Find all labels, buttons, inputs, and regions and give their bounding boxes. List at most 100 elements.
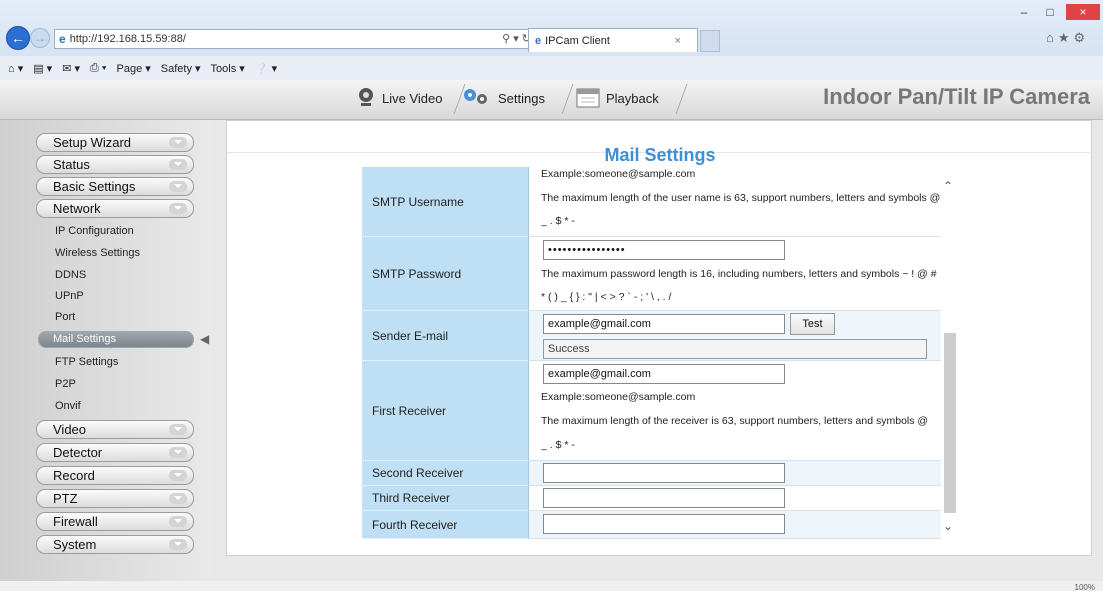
back-button[interactable]: ← (6, 26, 30, 50)
webcam-icon (356, 87, 376, 110)
second-receiver-input[interactable] (543, 463, 785, 483)
ie-tab-icon: e (535, 34, 542, 47)
sub-wireless-settings[interactable]: Wireless Settings (55, 247, 140, 259)
chevron-down-icon (169, 203, 187, 214)
smtp-password-input[interactable]: •••••••••••••••• (543, 240, 785, 260)
browser-chrome: ← → e http://192.168.15.59:88/ ⚲ ▾ ↻ e I… (0, 0, 1103, 80)
test-status-box: Success (543, 339, 927, 359)
first-receiver-example: Example:someone@sample.com (541, 391, 696, 403)
smtp-username-label: SMTP Username (362, 167, 529, 237)
menu-detector[interactable]: Detector (36, 443, 194, 462)
second-receiver-row (529, 461, 941, 486)
menu-network[interactable]: Network (36, 199, 194, 218)
sub-onvif[interactable]: Onvif (55, 400, 81, 412)
menu-label: Setup Wizard (53, 135, 132, 150)
first-receiver-hint-symbols: _ . $ * - (541, 439, 575, 451)
maximize-button[interactable]: □ (1038, 4, 1062, 20)
cmd-safety[interactable]: Safety ▾ (161, 62, 201, 75)
sender-email-input[interactable]: example@gmail.com (543, 314, 785, 334)
sub-p2p[interactable]: P2P (55, 378, 76, 390)
feeds-icon[interactable]: ▤ ▾ (33, 62, 52, 75)
menu-firewall[interactable]: Firewall (36, 512, 194, 531)
browser-tab[interactable]: e IPCam Client × (528, 28, 698, 52)
address-bar[interactable]: e http://192.168.15.59:88/ ⚲ ▾ ↻ (54, 29, 538, 49)
sub-ftp-settings[interactable]: FTP Settings (55, 356, 118, 368)
first-receiver-label: First Receiver (362, 361, 529, 461)
home-icon[interactable]: ⌂ ▾ (8, 62, 23, 75)
menu-label: Video (53, 422, 87, 437)
tab-settings[interactable]: Settings (462, 82, 545, 114)
chevron-down-icon (169, 470, 187, 481)
menu-label: System (53, 537, 97, 552)
sub-ddns[interactable]: DDNS (55, 269, 86, 281)
address-url[interactable]: http://192.168.15.59:88/ (70, 33, 186, 45)
scroll-down-icon[interactable]: ⌄ (943, 519, 953, 533)
third-receiver-row (529, 486, 941, 511)
gears-icon (462, 87, 492, 110)
sub-upnp[interactable]: UPnP (55, 290, 84, 302)
mail-icon[interactable]: ✉ ▾ (62, 62, 80, 75)
page-title: Mail Settings (604, 145, 716, 165)
menu-basic-settings[interactable]: Basic Settings (36, 177, 194, 196)
tab-live-video-label: Live Video (382, 90, 443, 106)
ie-page-icon: e (59, 32, 66, 46)
menu-label: Network (53, 201, 101, 216)
fourth-receiver-label: Fourth Receiver (362, 511, 529, 539)
sub-ip-configuration[interactable]: IP Configuration (55, 225, 134, 237)
smtp-username-row: Example:someone@sample.com The maximum l… (529, 167, 941, 237)
third-receiver-input[interactable] (543, 488, 785, 508)
third-receiver-label: Third Receiver (362, 486, 529, 511)
smtp-username-hint-symbols: _ . $ * - (541, 215, 575, 227)
smtp-username-hint: The maximum length of the user name is 6… (541, 192, 941, 204)
new-tab-button[interactable] (700, 30, 720, 52)
back-arrow-icon: ← (11, 30, 25, 46)
tab-live-video[interactable]: Live Video (356, 82, 442, 114)
sender-email-row: example@gmail.com Test Success (529, 311, 941, 361)
sub-port[interactable]: Port (55, 311, 75, 323)
tab-title: IPCam Client (545, 34, 610, 47)
forward-button[interactable]: → (30, 28, 50, 48)
smtp-password-hint: The maximum password length is 16, inclu… (541, 268, 937, 280)
minimize-button[interactable]: – (1012, 4, 1036, 20)
cmd-tools[interactable]: Tools ▾ (211, 62, 245, 75)
menu-label: Firewall (53, 514, 98, 529)
close-window-button[interactable]: × (1066, 4, 1100, 20)
cmd-page[interactable]: Page ▾ (117, 62, 151, 75)
scrollbar-thumb[interactable] (944, 333, 956, 513)
test-button[interactable]: Test (790, 313, 835, 335)
close-tab-icon[interactable]: × (675, 35, 681, 47)
help-icon[interactable]: ❔ ▾ (255, 62, 277, 75)
menu-label: Record (53, 468, 95, 483)
search-refresh-icons[interactable]: ⚲ ▾ ↻ (502, 32, 531, 45)
tab-separator (548, 84, 574, 114)
camera-header: Live Video Settings Playback Indoor Pan/… (0, 80, 1103, 120)
sub-mail-settings[interactable]: Mail Settings (38, 331, 194, 348)
mail-settings-panel: Mail Settings SMTP Username Example:some… (226, 120, 1093, 556)
menu-ptz[interactable]: PTZ (36, 489, 194, 508)
camera-model-title: Indoor Pan/Tilt IP Camera (823, 84, 1090, 109)
zoom-level[interactable]: 100% (1075, 583, 1095, 591)
chevron-down-icon (169, 137, 187, 148)
menu-label: PTZ (53, 491, 78, 506)
tab-playback-label: Playback (606, 90, 659, 106)
print-icon[interactable]: ⎙ ▾ (90, 62, 106, 75)
chevron-down-icon (169, 181, 187, 192)
smtp-username-example: Example:someone@sample.com (541, 168, 696, 180)
fourth-receiver-input[interactable] (543, 514, 785, 534)
tab-playback[interactable]: Playback (576, 82, 659, 114)
menu-record[interactable]: Record (36, 466, 194, 485)
smtp-password-hint-symbols: * ( ) _ { } : " | < > ? ` - ; ' \ , . / (541, 291, 672, 303)
first-receiver-input[interactable]: example@gmail.com (543, 364, 785, 384)
scroll-up-icon[interactable]: ⌃ (943, 179, 953, 193)
home-favorites-settings-icons[interactable]: ⌂★⚙ (1046, 30, 1089, 46)
menu-status[interactable]: Status (36, 155, 194, 174)
menu-video[interactable]: Video (36, 420, 194, 439)
sender-email-label: Sender E-mail (362, 311, 529, 361)
active-indicator-icon: ◀ (200, 332, 210, 346)
chevron-down-icon (169, 493, 187, 504)
first-receiver-row: example@gmail.com Example:someone@sample… (529, 361, 941, 461)
fourth-receiver-row (529, 511, 941, 539)
chevron-down-icon (169, 159, 187, 170)
menu-system[interactable]: System (36, 535, 194, 554)
menu-setup-wizard[interactable]: Setup Wizard (36, 133, 194, 152)
